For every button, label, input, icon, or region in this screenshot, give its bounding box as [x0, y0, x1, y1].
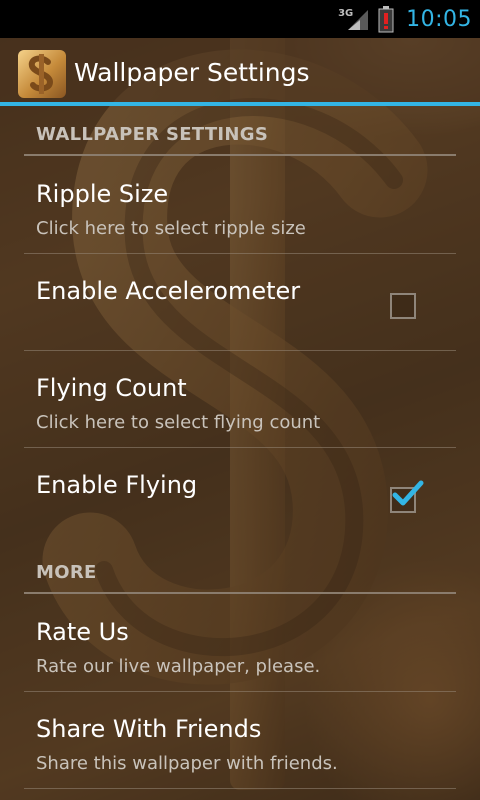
pref-summary: Click here to select ripple size	[36, 218, 306, 239]
dollar-icon	[28, 54, 54, 94]
pref-rate-us[interactable]: Rate Us Rate our live wallpaper, please.	[24, 596, 456, 692]
status-clock: 10:05	[406, 6, 472, 32]
status-icons: 3G 10:05	[338, 0, 472, 38]
pref-ripple-size[interactable]: Ripple Size Click here to select ripple …	[24, 158, 456, 254]
section-header-label: MORE	[36, 562, 97, 583]
pref-title: Ripple Size	[36, 180, 169, 208]
pref-summary: Share this wallpaper with friends.	[36, 753, 338, 774]
section-header-label: WALLPAPER SETTINGS	[36, 124, 269, 145]
flying-checkbox[interactable]	[390, 480, 424, 513]
item-divider	[24, 788, 456, 789]
section-divider	[24, 154, 456, 156]
signal-indicator: 3G	[338, 6, 372, 32]
checkmark-icon	[392, 480, 424, 506]
status-bar: 3G 10:05	[0, 0, 480, 38]
page-title: Wallpaper Settings	[74, 58, 310, 87]
section-header-more: MORE	[24, 544, 456, 594]
pref-title: Rate Us	[36, 618, 129, 646]
section-divider	[24, 592, 456, 594]
dollar-app-icon[interactable]	[18, 50, 66, 98]
section-header-wallpaper-settings: WALLPAPER SETTINGS	[24, 106, 456, 156]
pref-title: Enable Flying	[36, 471, 198, 499]
pref-title: Share With Friends	[36, 715, 262, 743]
pref-enable-flying[interactable]: Enable Flying	[24, 449, 456, 545]
action-bar: Wallpaper Settings	[0, 38, 480, 106]
pref-enable-accelerometer[interactable]: Enable Accelerometer	[24, 255, 456, 351]
pref-summary: Click here to select flying count	[36, 412, 321, 433]
pref-flying-count[interactable]: Flying Count Click here to select flying…	[24, 352, 456, 448]
accelerometer-checkbox[interactable]	[390, 293, 416, 319]
action-bar-accent-line	[0, 102, 480, 106]
item-divider	[24, 447, 456, 448]
network-type-label: 3G	[338, 8, 354, 19]
preferences-list: WALLPAPER SETTINGS Ripple Size Click her…	[0, 106, 480, 800]
pref-title: Enable Accelerometer	[36, 277, 301, 305]
item-divider	[24, 691, 456, 692]
item-divider	[24, 253, 456, 254]
item-divider	[24, 350, 456, 351]
pref-title: Flying Count	[36, 374, 187, 402]
pref-summary: Rate our live wallpaper, please.	[36, 656, 321, 677]
battery-alert-icon	[378, 6, 394, 33]
pref-share-with-friends[interactable]: Share With Friends Share this wallpaper …	[24, 693, 456, 789]
screen: 3G 10:05 Wallpaper Settings WALLPAPER SE…	[0, 0, 480, 800]
